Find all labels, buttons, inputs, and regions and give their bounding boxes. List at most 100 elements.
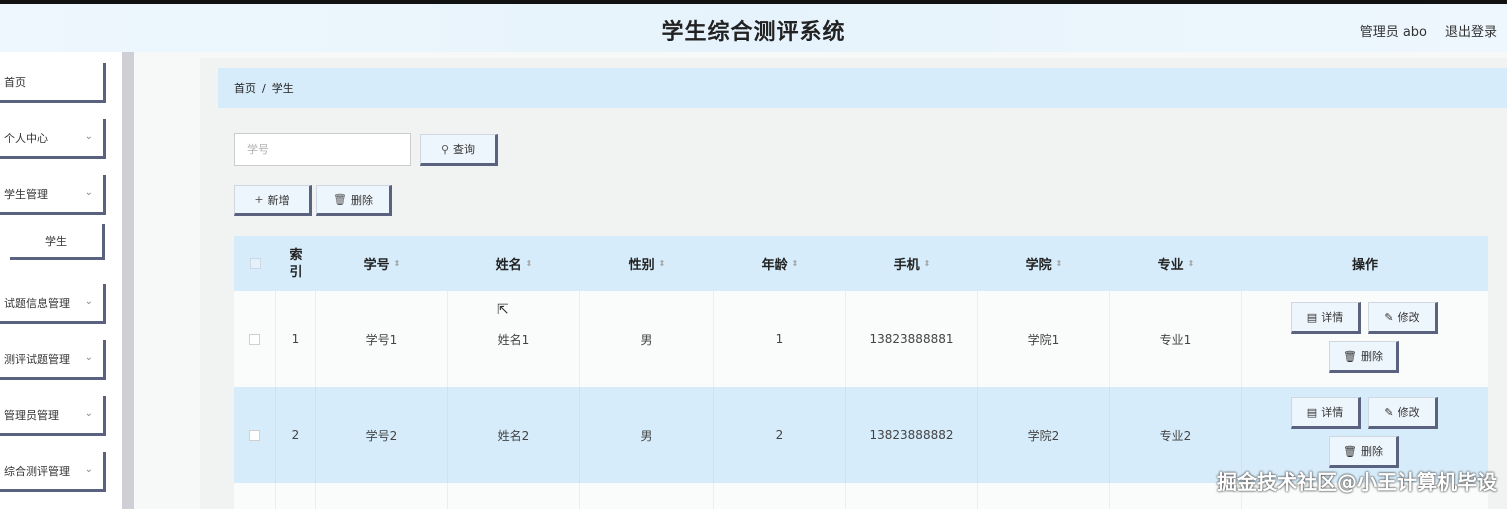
sidebar-item-evaluation-question-management[interactable]: 测评试题管理 ⌄ (0, 340, 106, 380)
cell-index: 2 (276, 387, 316, 483)
column-header-phone[interactable]: 手机 ⇕ (846, 236, 978, 291)
cell-age: 2 (714, 387, 846, 483)
document-icon: ▤ (1306, 310, 1318, 324)
column-header-actions: 操作 (1242, 236, 1488, 291)
column-header-index: 索 引 (276, 236, 316, 291)
bulk-delete-button[interactable]: 🗑 删除 (316, 185, 392, 216)
current-user: 管理员 abo (1359, 25, 1427, 40)
row-checkbox[interactable] (249, 333, 260, 345)
cell-student-id: 学号2 (316, 387, 448, 483)
column-header-label: 专业 (1157, 258, 1184, 273)
row-delete-button[interactable]: 🗑 删除 (1329, 341, 1399, 373)
sort-icon: ⇕ (525, 259, 533, 268)
document-icon: ▤ (1306, 405, 1318, 419)
row-detail-button[interactable]: ▤ 详情 (1291, 397, 1361, 429)
add-button[interactable]: + 新增 (234, 185, 312, 216)
sidebar-subitem-label: 学生 (45, 234, 67, 248)
header: 学生综合测评系统 管理员 abo 退出登录 (0, 4, 1507, 52)
edit-button-label: 修改 (1397, 406, 1420, 419)
cell-gender: 男 (580, 291, 714, 387)
column-header-label: 学号 (363, 258, 390, 273)
cell-name: 姓名1 (448, 291, 580, 387)
column-header-label: 姓名 (495, 258, 522, 273)
sidebar-item-label: 综合测评管理 (4, 464, 70, 478)
cell-major: 专业1 (1110, 291, 1242, 387)
row-delete-button[interactable]: 🗑 删除 (1329, 436, 1399, 468)
cell-college (978, 483, 1110, 509)
row-select-cell (234, 483, 276, 509)
column-header-label: 手机 (893, 258, 920, 273)
column-header-student-id[interactable]: 学号 ⇕ (316, 236, 448, 291)
cell-phone (846, 483, 978, 509)
plus-icon: + (254, 193, 264, 206)
row-edit-button[interactable]: ✎ 修改 (1368, 302, 1438, 334)
delete-button-label: 删除 (1360, 445, 1383, 458)
cell-name: 姓名2 (448, 387, 580, 483)
chevron-down-icon: ⌄ (84, 408, 93, 419)
logout-link[interactable]: 退出登录 (1445, 21, 1497, 40)
trash-icon: 🗑 (333, 193, 347, 206)
chevron-down-icon: ⌄ (84, 187, 93, 198)
pencil-icon: ✎ (1384, 310, 1394, 324)
search-button-label: 查询 (453, 143, 476, 156)
cell-age: 1 (714, 291, 846, 387)
search-button[interactable]: ⚲ 查询 (420, 134, 498, 166)
row-select-cell (234, 291, 276, 387)
sidebar-item-admin-management[interactable]: 管理员管理 ⌄ (0, 396, 106, 436)
chevron-down-icon: ⌄ (84, 352, 93, 363)
sidebar-item-label: 测评试题管理 (4, 352, 70, 366)
cell-name (448, 483, 580, 509)
sidebar-scrollbar[interactable] (122, 52, 134, 509)
sidebar-item-home[interactable]: 首页 (0, 63, 106, 103)
sidebar-item-label: 管理员管理 (4, 408, 59, 422)
delete-button-label: 删除 (1360, 350, 1383, 363)
cell-phone: 13823888882 (846, 387, 978, 483)
column-header-label: 年龄 (761, 258, 788, 273)
column-header-label: 性别 (628, 258, 655, 273)
column-header-gender[interactable]: 性别 ⇕ (580, 236, 714, 291)
search-icon: ⚲ (440, 142, 450, 156)
sidebar-item-personal-center[interactable]: 个人中心 ⌄ (0, 119, 106, 159)
row-edit-button[interactable]: ✎ 修改 (1368, 397, 1438, 429)
cell-index (276, 483, 316, 509)
column-header-label: 引 (289, 264, 303, 280)
sort-icon: ⇕ (393, 259, 401, 268)
sidebar-item-student-management[interactable]: 学生管理 ⌄ (0, 175, 106, 215)
breadcrumb-separator: / (262, 81, 266, 95)
column-header-age[interactable]: 年龄 ⇕ (714, 236, 846, 291)
sidebar-item-label: 个人中心 (4, 131, 48, 145)
sidebar-subitem-student[interactable]: 学生 (10, 224, 105, 260)
sidebar-item-label: 试题信息管理 (4, 296, 70, 310)
row-checkbox[interactable] (249, 429, 260, 441)
row-detail-button[interactable]: ▤ 详情 (1291, 302, 1361, 334)
sidebar-item-label: 学生管理 (4, 187, 48, 201)
row-select-cell (234, 387, 276, 483)
cell-college: 学院2 (978, 387, 1110, 483)
sidebar-item-comprehensive-evaluation[interactable]: 综合测评管理 ⌄ (0, 452, 106, 492)
sidebar-item-label: 首页 (4, 75, 26, 89)
table-header: 索 引 学号 ⇕ 姓名 ⇕ 性别 ⇕ 年龄 ⇕ 手机 ⇕ 学院 ⇕ 专业 ⇕ 操作 (234, 236, 1488, 291)
chevron-down-icon: ⌄ (84, 296, 93, 307)
trash-icon: 🗑 (1343, 444, 1357, 458)
cell-gender: 男 (580, 387, 714, 483)
mouse-pointer-icon: ⇱ (497, 302, 509, 318)
select-all-checkbox[interactable] (249, 258, 261, 269)
bulk-delete-button-label: 删除 (350, 193, 373, 207)
sort-icon: ⇕ (791, 259, 799, 268)
breadcrumb-home[interactable]: 首页 (234, 80, 256, 96)
column-header-label: 学院 (1025, 258, 1052, 273)
column-header-label: 索 (289, 247, 303, 263)
sort-icon: ⇕ (1055, 259, 1063, 268)
column-header-major[interactable]: 专业 ⇕ (1110, 236, 1242, 291)
student-id-search-input[interactable] (234, 133, 411, 166)
column-header-label: 操作 (1351, 258, 1378, 273)
detail-button-label: 详情 (1321, 311, 1344, 324)
chevron-down-icon: ⌄ (84, 464, 93, 475)
cell-college: 学院1 (978, 291, 1110, 387)
watermark: 掘金技术社区@小王计算机毕设 (1217, 470, 1497, 494)
detail-button-label: 详情 (1321, 406, 1344, 419)
column-header-name[interactable]: 姓名 ⇕ (448, 236, 580, 291)
column-header-college[interactable]: 学院 ⇕ (978, 236, 1110, 291)
cell-student-id (316, 483, 448, 509)
sidebar-item-question-management[interactable]: 试题信息管理 ⌄ (0, 284, 106, 324)
